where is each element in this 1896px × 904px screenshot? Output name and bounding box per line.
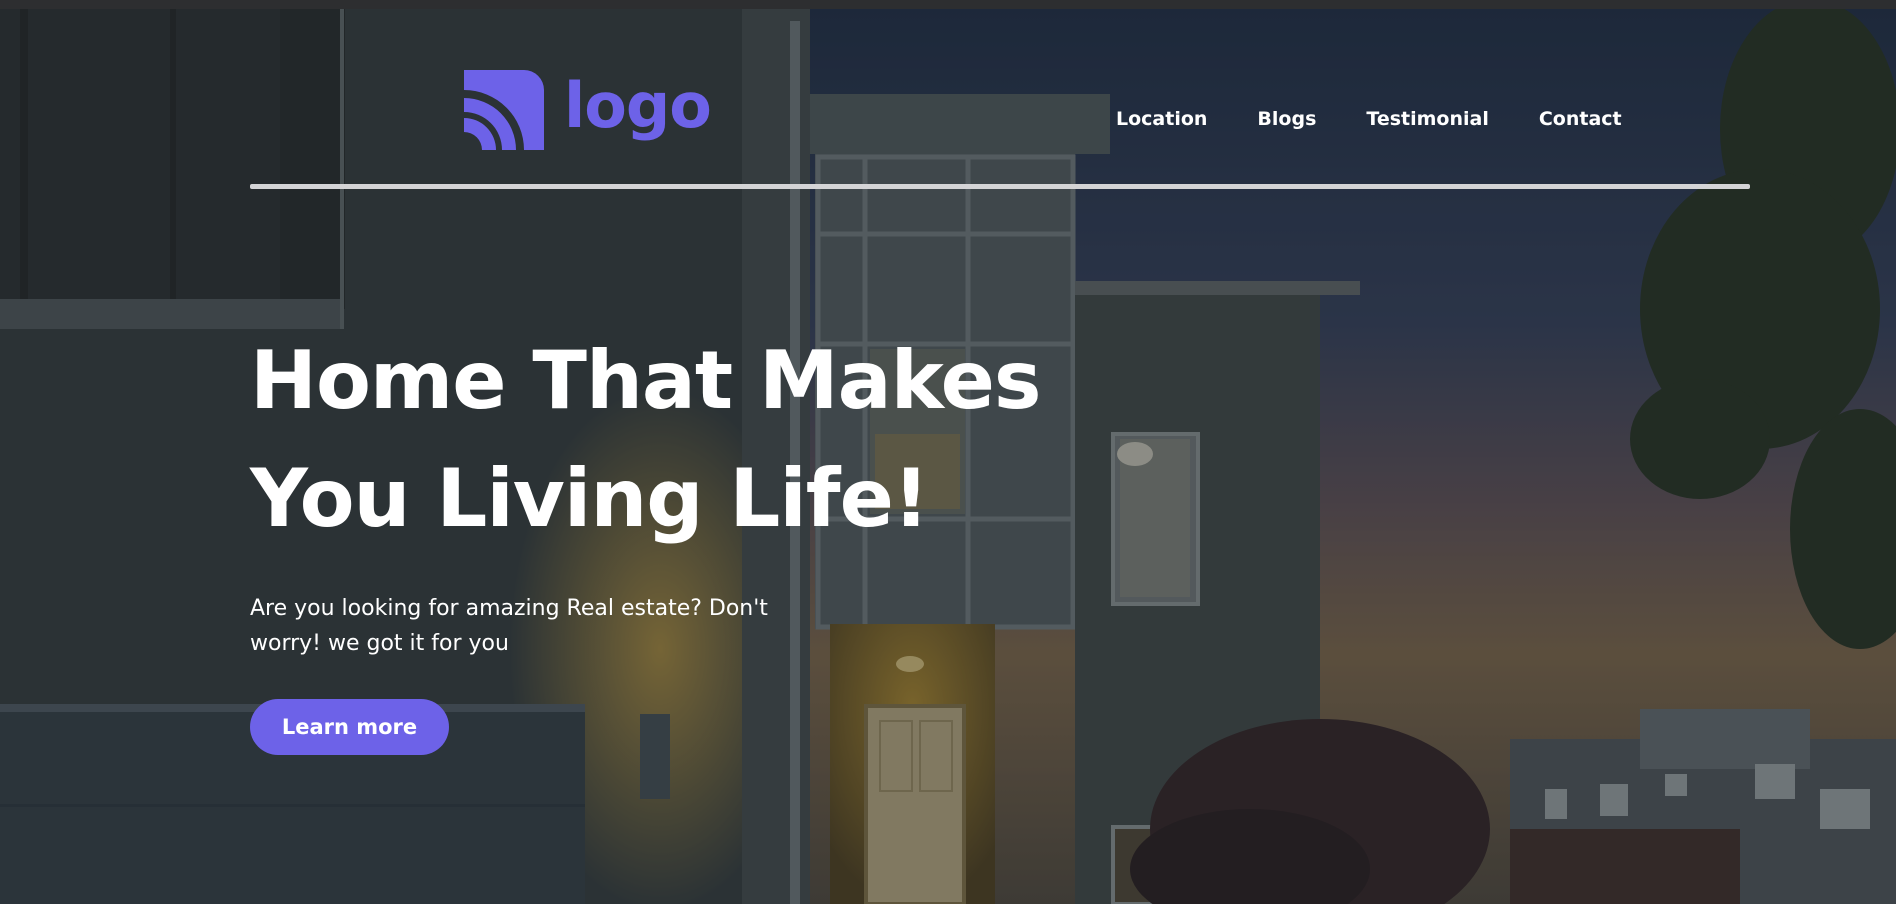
logo-text: logo: [564, 69, 712, 142]
nav-link-blogs[interactable]: Blogs: [1257, 108, 1316, 130]
nav-link-contact[interactable]: Contact: [1539, 108, 1622, 130]
hero-subtext-line-2: worry! we got it for you: [250, 631, 509, 656]
signal-waves-icon: [464, 70, 544, 150]
hero-section: logo Location Blogs Testimonial Contact …: [0, 9, 1896, 904]
logo[interactable]: logo: [464, 69, 712, 150]
hero-headline-line-2: You Living Life!: [250, 452, 929, 545]
hero-headline-line-1: Home That Makes: [250, 334, 1042, 427]
main-navigation: Location Blogs Testimonial Contact: [1116, 108, 1622, 130]
nav-link-location[interactable]: Location: [1116, 108, 1207, 130]
browser-top-edge: [0, 0, 1896, 9]
hero-subtext-line-1: Are you looking for amazing Real estate?…: [250, 596, 768, 621]
header-divider: [250, 184, 1750, 189]
learn-more-button[interactable]: Learn more: [250, 699, 449, 755]
nav-link-testimonial[interactable]: Testimonial: [1366, 108, 1488, 130]
hero-headline: Home That Makes You Living Life!: [250, 322, 1070, 558]
hero-subtext: Are you looking for amazing Real estate?…: [250, 591, 810, 661]
